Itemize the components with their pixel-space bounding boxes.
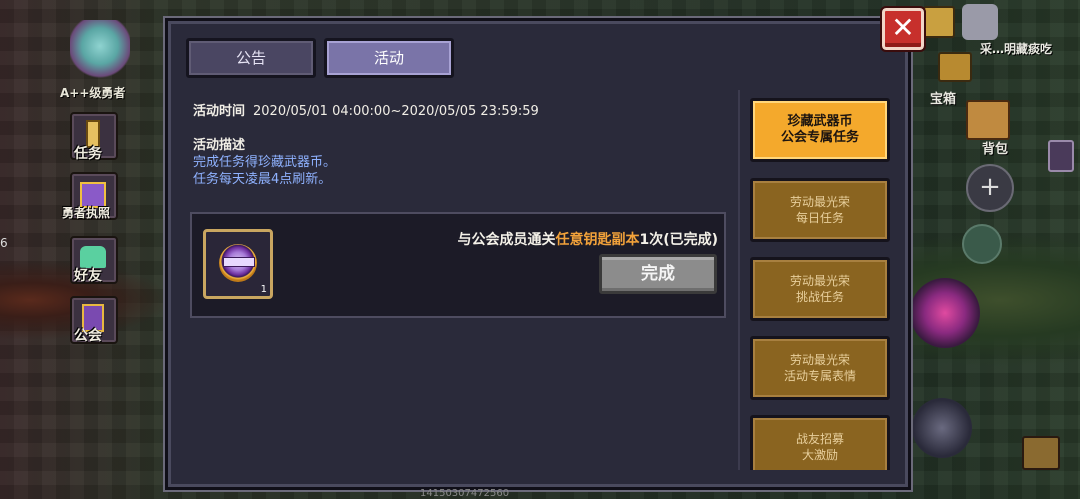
task-description: 与公会成员通关任意钥匙副本1次(已完成): [457, 229, 718, 249]
reward-count: 1: [260, 284, 267, 295]
portal-icon: [910, 278, 980, 348]
task-text-highlight: 任意钥匙副本: [555, 232, 640, 248]
event-content: 活动时间 2020/05/01 04:00:00~2020/05/05 23:59…: [183, 86, 733, 476]
event-time-label: 活动时间: [193, 104, 246, 119]
event-item-line2: 公会专属任务: [780, 130, 859, 145]
event-item-line1: 劳动最光荣: [789, 353, 850, 367]
event-item-line2: 每日任务: [795, 211, 844, 225]
crown-icon[interactable]: [1022, 436, 1060, 470]
attack-joystick[interactable]: [912, 398, 972, 458]
coin-band: [223, 257, 255, 267]
event-item-line1: 劳动最光荣: [789, 195, 850, 209]
tab-bar: 公告 活动: [186, 38, 454, 78]
reward-slot[interactable]: 1: [203, 229, 273, 299]
task-text-before: 与公会成员通关: [457, 232, 556, 248]
player-rank: A++级勇者: [60, 86, 126, 100]
event-time-row: 活动时间 2020/05/01 04:00:00~2020/05/05 23:59…: [193, 100, 539, 119]
left-hud: A++级勇者 6 任务 勇者执照 好友 公会: [0, 0, 165, 499]
event-list-item[interactable]: 劳动最光荣 每日任务: [750, 178, 890, 242]
top-right-text: 采…明藏痰吃: [979, 42, 1052, 56]
right-hud: 采…明藏痰吃 宝箱 背包 +: [910, 0, 1080, 499]
event-item-line2: 活动专属表情: [783, 369, 856, 383]
close-icon: ✕: [891, 11, 915, 44]
event-list-item[interactable]: 劳动最光荣 挑战任务: [750, 257, 890, 321]
player-avatar[interactable]: [70, 20, 130, 78]
event-item-line1: 战友招募: [795, 432, 844, 446]
event-list-item[interactable]: 劳动最光荣 活动专属表情: [750, 336, 890, 400]
event-item-line2: 挑战任务: [795, 290, 844, 304]
event-item-line1: 劳动最光荣: [789, 274, 850, 288]
backpack-icon[interactable]: [966, 100, 1010, 140]
event-item-line1: 珍藏武器币: [787, 114, 853, 129]
license-label: 勇者执照: [62, 206, 111, 220]
mask-icon[interactable]: [962, 4, 998, 40]
friends-label: 好友: [74, 268, 102, 284]
task-label: 任务: [74, 146, 102, 162]
bottom-id-text: 14150307472560: [420, 488, 510, 499]
event-time-value: 2020/05/01 04:00:00~2020/05/05 23:59:59: [253, 104, 539, 119]
backpack-label[interactable]: 背包: [982, 138, 1008, 157]
task-card: 1 与公会成员通关任意钥匙副本1次(已完成) 完成: [190, 212, 726, 318]
event-list-item[interactable]: 战友招募 大激励: [750, 415, 890, 470]
side-menu-icon[interactable]: [1048, 140, 1074, 172]
close-button[interactable]: ✕: [880, 6, 926, 52]
guild-label: 公会: [74, 328, 102, 344]
complete-button[interactable]: 完成: [599, 254, 717, 294]
edge-number: 6: [0, 236, 8, 250]
event-desc-line: 任务每天凌晨4点刷新。: [193, 172, 332, 187]
task-text-after: 1次(已完成): [639, 232, 718, 248]
add-icon[interactable]: +: [966, 164, 1014, 212]
tab-event[interactable]: 活动: [324, 38, 454, 78]
chest-label[interactable]: 宝箱: [930, 88, 956, 107]
event-item-line2: 大激励: [801, 448, 838, 462]
tab-announcement[interactable]: 公告: [186, 38, 316, 78]
event-list-item[interactable]: 珍藏武器币 公会专属任务: [750, 98, 890, 162]
event-list: 珍藏武器币 公会专属任务 劳动最光荣 每日任务 劳动最光荣 挑战任务 劳动最光荣…: [738, 90, 900, 470]
plus-badge-icon[interactable]: [923, 6, 955, 38]
arrow-icon[interactable]: [938, 52, 972, 82]
emote-icon[interactable]: [962, 224, 1002, 264]
